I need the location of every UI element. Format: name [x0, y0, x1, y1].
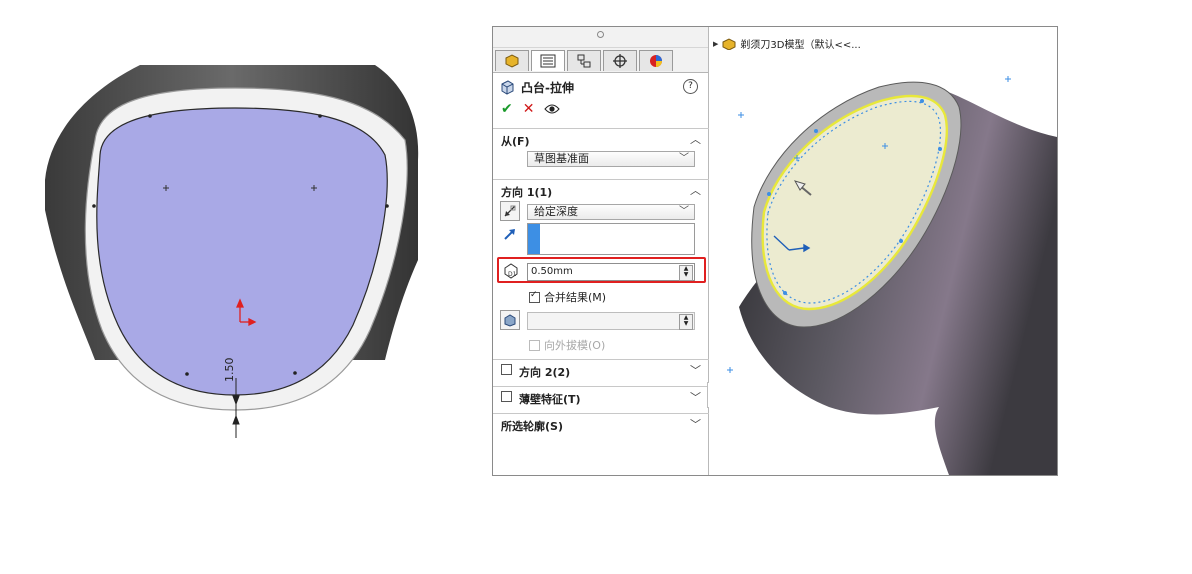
- sketch-point: [92, 204, 96, 208]
- section-selected-contours-label: 所选轮廓(S): [501, 420, 563, 433]
- section-direction1[interactable]: 方向 1(1) ︿: [493, 179, 709, 199]
- draft-outward-label: 向外拔模(O): [544, 339, 606, 352]
- draft-icon: [504, 314, 516, 327]
- thin-feature-checkbox[interactable]: [501, 391, 512, 402]
- reverse-direction-button[interactable]: [500, 201, 520, 221]
- sketch-point: [318, 114, 322, 118]
- section-from[interactable]: 从(F) ︿: [493, 128, 709, 148]
- tab-property-manager[interactable]: [531, 50, 565, 71]
- sketch-view: 1.50: [45, 65, 419, 438]
- property-manager-panel: 凸台-拉伸 ? ✔ ✕ 从(F) ︿ 草图基准面 ﹀ 方向 1(1) ︿ 给定深…: [493, 27, 709, 475]
- tab-dimxpert-manager[interactable]: [603, 50, 637, 71]
- section-direction2-label: 方向 2(2): [519, 366, 571, 379]
- draft-outward-box[interactable]: [529, 339, 540, 351]
- sketch-point: [148, 114, 152, 118]
- draft-outward-checkbox[interactable]: 向外拔模(O): [529, 337, 605, 353]
- sketch-point: [185, 372, 189, 376]
- sketch-point: [385, 204, 389, 208]
- feature-title: 凸台-拉伸: [521, 80, 574, 95]
- graphics-viewport[interactable]: ▶ 剃须刀3D模型（默认<<...: [709, 27, 1057, 475]
- crosshair-icon: [613, 54, 627, 68]
- section-selected-contours[interactable]: 所选轮廓(S) ﹀: [493, 413, 709, 433]
- selection-color-bar: [528, 224, 540, 254]
- direction2-checkbox[interactable]: [501, 364, 512, 375]
- appearance-ball-icon: [650, 55, 662, 67]
- section-from-label: 从(F): [501, 135, 530, 148]
- start-condition-value: 草图基准面: [534, 152, 589, 165]
- feature-tree-icon: [505, 54, 519, 68]
- chevron-down-icon: ﹀: [679, 153, 689, 164]
- property-list-icon: [540, 54, 556, 68]
- configuration-icon: [577, 54, 591, 68]
- end-condition-value: 给定深度: [534, 205, 578, 218]
- section-direction1-label: 方向 1(1): [501, 186, 553, 199]
- collapse-chevron-icon[interactable]: ︿: [690, 131, 701, 147]
- section-thin-feature[interactable]: 薄壁特征(T) ﹀: [493, 386, 709, 406]
- section-direction2[interactable]: 方向 2(2) ﹀: [493, 359, 709, 379]
- start-condition-select[interactable]: 草图基准面 ﹀: [527, 151, 695, 167]
- extrude-boss-icon: [501, 80, 514, 95]
- direction-arrow-icon: [504, 229, 515, 240]
- tab-configuration-manager[interactable]: [567, 50, 601, 71]
- panel-grip-icon[interactable]: [597, 31, 604, 38]
- feature-title-row: 凸台-拉伸 ?: [499, 78, 702, 96]
- tab-feature-manager[interactable]: [495, 50, 529, 71]
- section-thin-feature-label: 薄壁特征(T): [519, 393, 581, 406]
- merge-result-box[interactable]: [529, 290, 540, 303]
- help-icon[interactable]: ?: [683, 79, 698, 94]
- merge-result-label: 合并结果(M): [544, 291, 607, 304]
- chevron-down-icon: ﹀: [679, 206, 689, 217]
- solidworks-window: 凸台-拉伸 ? ✔ ✕ 从(F) ︿ 草图基准面 ﹀ 方向 1(1) ︿ 给定深…: [492, 26, 1058, 476]
- depth-highlight-box: [497, 257, 706, 283]
- tab-display-manager[interactable]: [639, 50, 673, 71]
- sketch-point: [293, 371, 297, 375]
- draft-angle-spinner[interactable]: ▲ ▼: [679, 314, 693, 330]
- expand-chevron-icon[interactable]: ﹀: [690, 416, 701, 432]
- reverse-direction-icon: [504, 205, 516, 217]
- ok-button[interactable]: ✔: [501, 101, 513, 117]
- manager-tabs: [493, 48, 708, 73]
- dimension-text[interactable]: 1.50: [223, 358, 236, 383]
- draft-toggle-button[interactable]: [500, 310, 520, 330]
- model-3d-view: [727, 76, 1057, 475]
- cancel-button[interactable]: ✕: [523, 101, 535, 117]
- panel-top-strip: [493, 27, 708, 48]
- collapse-chevron-icon[interactable]: ︿: [690, 182, 701, 198]
- expand-chevron-icon[interactable]: ﹀: [690, 362, 701, 378]
- end-condition-select[interactable]: 给定深度 ﹀: [527, 204, 695, 220]
- direction-reference-list[interactable]: [527, 223, 695, 255]
- draft-angle-input[interactable]: ▲ ▼: [527, 312, 695, 330]
- preview-eye-icon[interactable]: [544, 103, 561, 115]
- merge-result-checkbox[interactable]: 合并结果(M): [529, 289, 606, 305]
- action-buttons: ✔ ✕: [501, 101, 561, 117]
- expand-chevron-icon[interactable]: ﹀: [690, 389, 701, 405]
